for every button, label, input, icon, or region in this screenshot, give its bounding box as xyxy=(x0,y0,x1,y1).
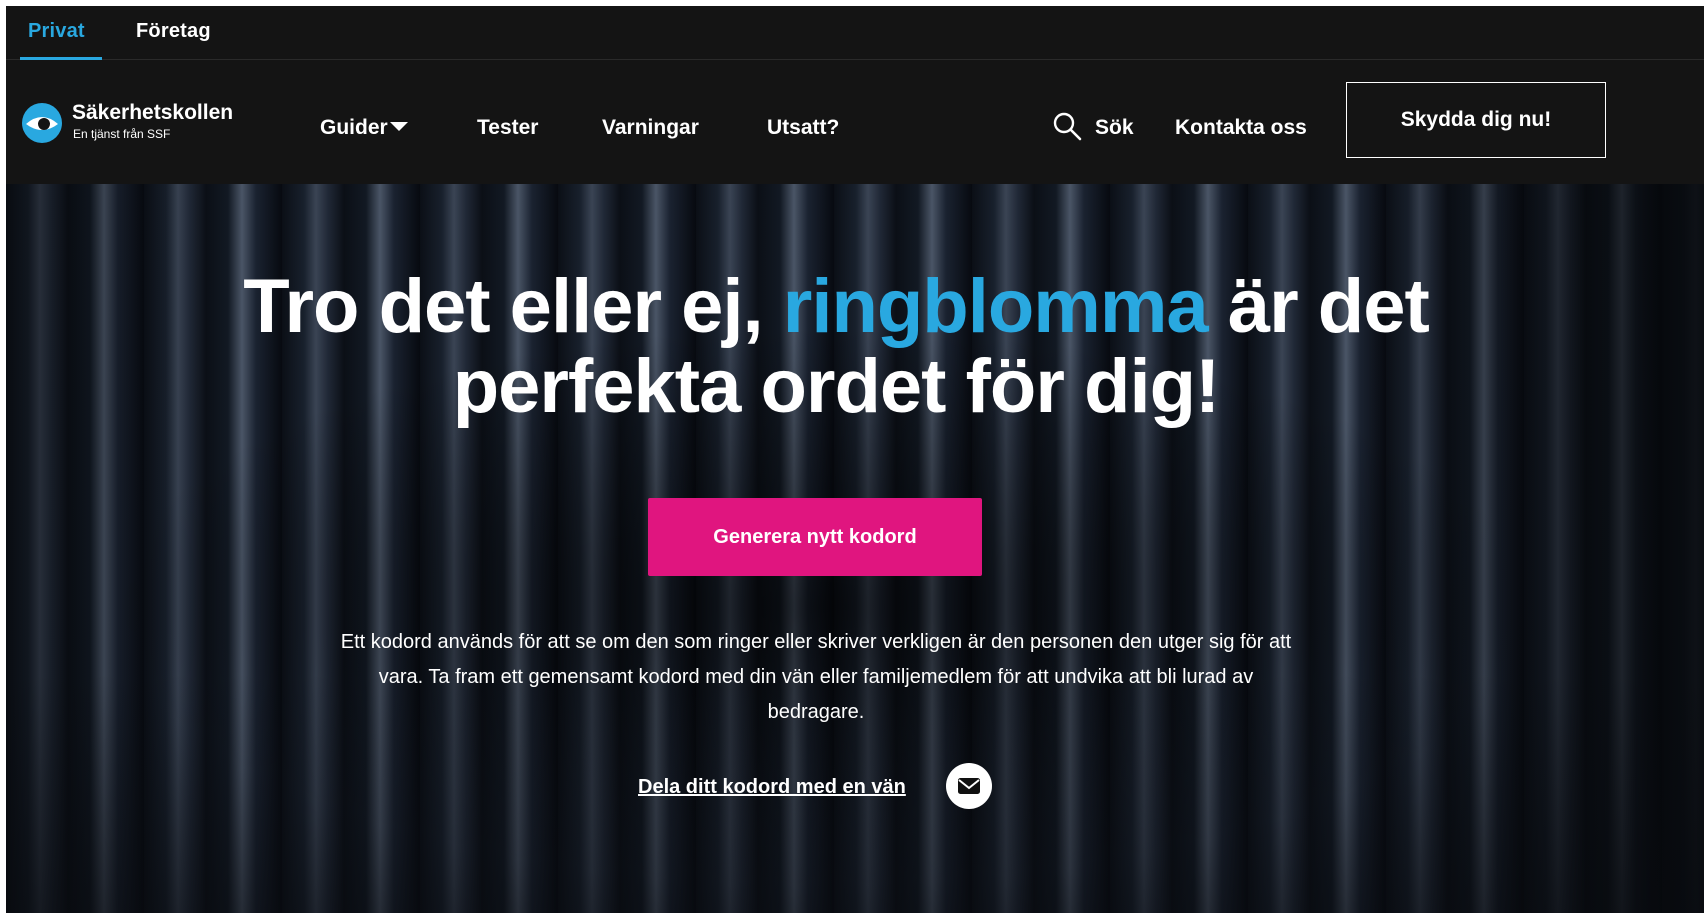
headline-before: Tro det eller ej, xyxy=(243,264,763,349)
page: Privat Företag Säkerhetskollen En tjänst… xyxy=(6,6,1704,913)
logo-tagline: En tjänst från SSF xyxy=(73,127,171,141)
nav-item-guider-label: Guider xyxy=(320,116,388,139)
search-button[interactable]: Sök xyxy=(1095,116,1134,140)
hero-section: Tro det eller ej, ringblomma är det perf… xyxy=(6,184,1704,913)
nav-item-utsatt[interactable]: Utsatt? xyxy=(767,116,839,140)
tab-privat[interactable]: Privat xyxy=(28,20,85,43)
envelope-icon xyxy=(958,778,980,794)
site-logo[interactable]: Säkerhetskollen En tjänst från SSF xyxy=(21,100,251,150)
contact-link[interactable]: Kontakta oss xyxy=(1175,116,1307,140)
generate-codeword-button[interactable]: Generera nytt kodord xyxy=(648,498,982,576)
protect-now-button[interactable]: Skydda dig nu! xyxy=(1346,82,1606,158)
nav-item-tester[interactable]: Tester xyxy=(477,116,538,140)
logo-name: Säkerhetskollen xyxy=(72,101,234,124)
search-icon[interactable] xyxy=(1052,111,1082,141)
tab-foretag[interactable]: Företag xyxy=(136,20,211,43)
caret-down-icon xyxy=(389,122,408,131)
nav-item-varningar[interactable]: Varningar xyxy=(602,116,699,140)
mail-icon[interactable] xyxy=(946,763,992,809)
audience-tabs: Privat Företag xyxy=(6,6,1704,60)
hero-description: Ett kodord används för att se om den som… xyxy=(340,631,1292,723)
nav-item-guider[interactable]: Guider xyxy=(320,116,408,140)
share-codeword-link[interactable]: Dela ditt kodord med en vän xyxy=(638,776,906,799)
hero-headline: Tro det eller ej, ringblomma är det perf… xyxy=(156,267,1516,427)
eye-logo-icon xyxy=(22,103,62,143)
generated-codeword: ringblomma xyxy=(782,264,1209,349)
